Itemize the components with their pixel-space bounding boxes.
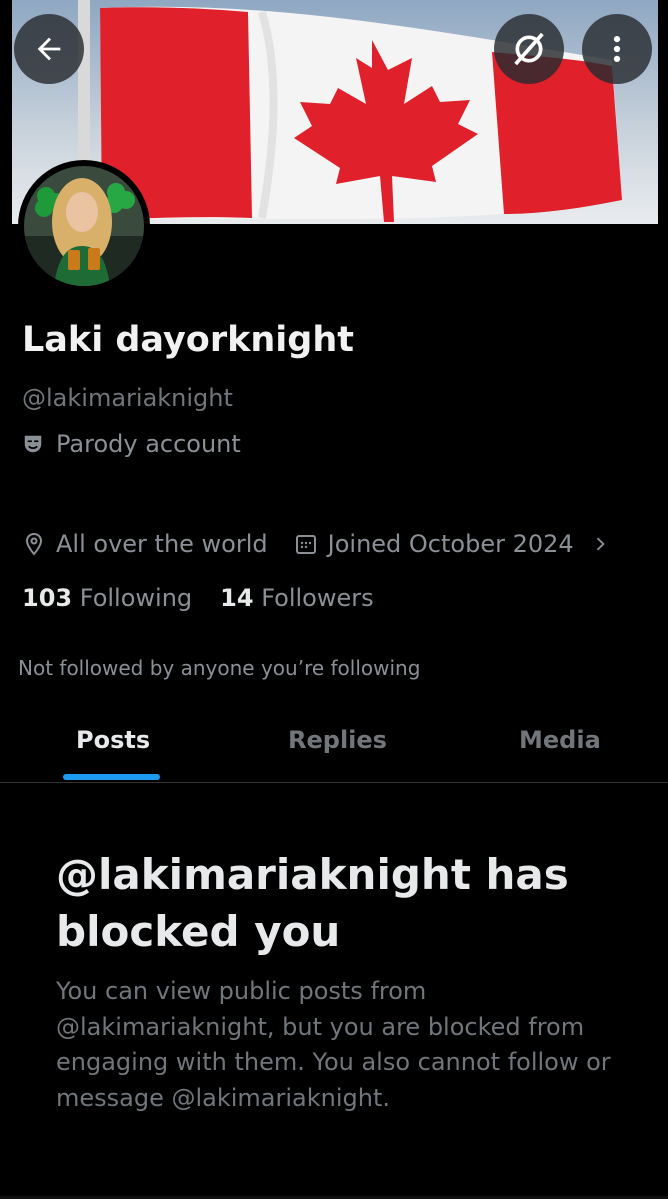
tab-media[interactable]: Media [519, 726, 601, 754]
location-item: All over the world [22, 530, 268, 558]
grok-icon [514, 32, 544, 66]
parody-text: Parody account [56, 430, 241, 458]
followers-count: 14 [220, 584, 254, 612]
followers-link[interactable]: 14 Followers [220, 584, 373, 612]
theater-mask-icon [24, 435, 42, 453]
following-link[interactable]: 103 Following [22, 584, 192, 612]
follow-counts: 103 Following 14 Followers [22, 584, 374, 612]
more-vertical-icon [613, 35, 621, 63]
location-text: All over the world [56, 530, 268, 558]
calendar-icon [295, 535, 316, 554]
avatar[interactable] [24, 166, 144, 286]
profile-name: Laki dayorknight [22, 320, 354, 360]
location-pin-icon [25, 532, 43, 556]
following-label: Following [79, 584, 193, 612]
profile-tabs: Posts Replies Media [0, 712, 668, 783]
tab-replies[interactable]: Replies [288, 726, 387, 754]
chevron-right-icon [596, 537, 605, 551]
avatar-image [24, 166, 144, 286]
parody-label: Parody account [22, 430, 241, 458]
profile-handle: @lakimariaknight [22, 384, 233, 412]
tab-posts[interactable]: Posts [76, 726, 150, 754]
profile-meta: All over the world Joined October 2024 [22, 530, 610, 558]
blocked-description: You can view public posts from @lakimari… [56, 977, 611, 1112]
blocked-title: @lakimariaknight has blocked you [56, 850, 569, 956]
grok-button[interactable] [494, 14, 564, 84]
joined-item[interactable]: Joined October 2024 [294, 530, 610, 558]
following-count: 103 [22, 584, 73, 612]
joined-text: Joined October 2024 [327, 530, 574, 558]
back-button[interactable] [14, 14, 84, 84]
active-tab-indicator [63, 774, 160, 780]
not-followed-text: Not followed by anyone you’re following [18, 656, 421, 680]
more-options-button[interactable] [582, 14, 652, 84]
followers-label: Followers [261, 584, 374, 612]
arrow-left-icon [37, 37, 61, 61]
avatar-container[interactable] [18, 160, 150, 292]
